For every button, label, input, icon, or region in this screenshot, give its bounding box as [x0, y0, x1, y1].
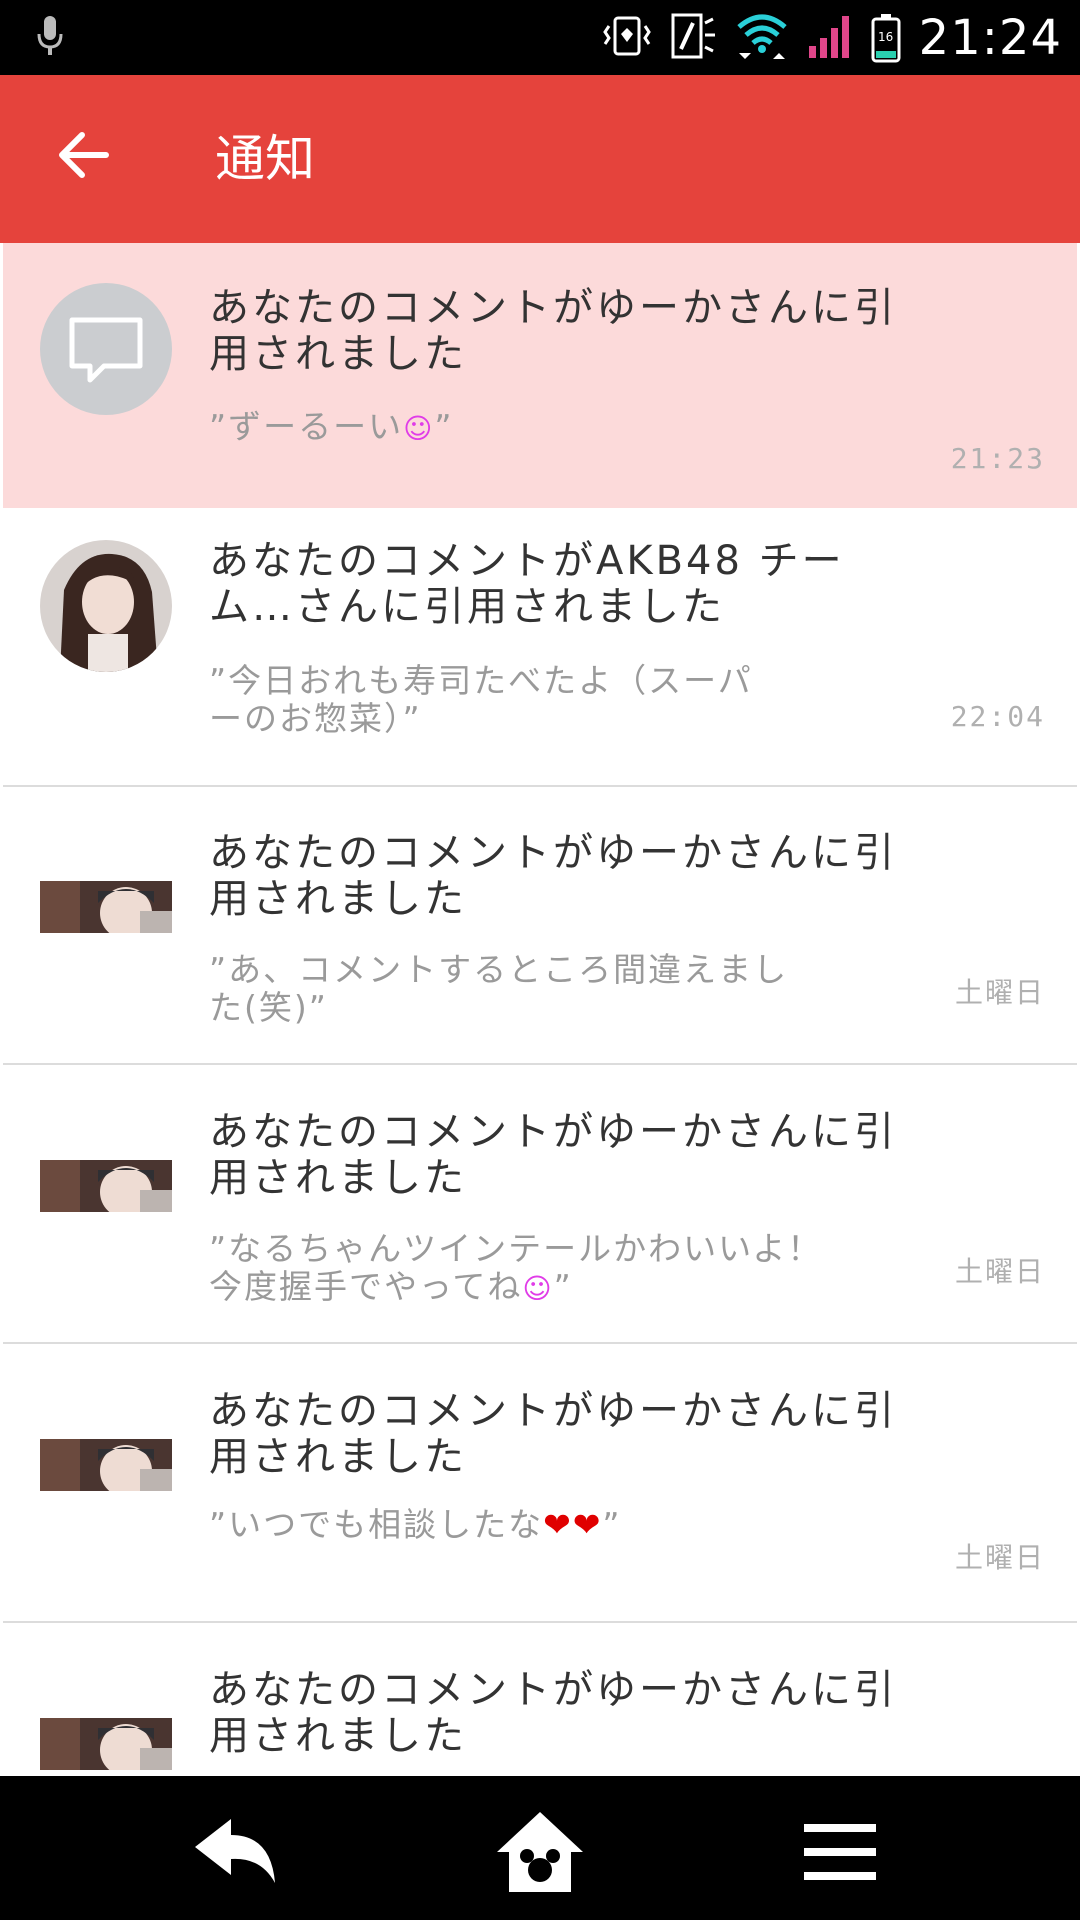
battery-icon: 16	[871, 13, 901, 63]
quote-text: ”なるちゃんツインテールかわいいよ！今度握手でやってね	[209, 1229, 823, 1306]
heart-emoji-icon: ❤❤	[543, 1505, 603, 1544]
smile-emoji-icon: ☺	[522, 1272, 554, 1305]
battery-level: 16	[878, 30, 894, 44]
back-arrow-button[interactable]	[58, 129, 118, 189]
notification-title: あなたのコメントがゆーかさんに引用されました	[209, 1109, 897, 1201]
notification-time: 22:04	[950, 700, 1045, 733]
nfc-icon	[669, 11, 717, 65]
notification-quote: ”今日おれも寿司たべたよ（スーパーのお惣菜）”	[209, 661, 753, 738]
notification-title: あなたのコメントがゆーかさんに引用されました	[209, 285, 897, 377]
notification-title: あなたのコメントがゆーかさんに引用されました	[209, 1667, 897, 1759]
notification-quote: ”あ、コメントするところ間違えました(笑)”	[209, 950, 789, 1027]
list-item[interactable]: あなたのコメントがゆーかさんに引用されました ”なるちゃんツインテールかわいいよ…	[3, 1067, 1077, 1344]
signal-icon	[807, 12, 853, 64]
comment-icon	[69, 317, 143, 383]
status-bar: 16 21:24	[0, 0, 1080, 75]
notification-time: 21:23	[950, 442, 1045, 475]
user-photo-icon	[40, 1439, 172, 1491]
mic-icon	[36, 14, 64, 62]
avatar	[40, 1439, 172, 1491]
avatar	[40, 1718, 172, 1770]
notification-title: あなたのコメントがゆーかさんに引用されました	[209, 830, 897, 922]
notification-time: 土曜日	[954, 1255, 1045, 1288]
arrow-left-icon	[59, 132, 109, 178]
back-arrow-icon	[195, 1819, 275, 1883]
list-item[interactable]: あなたのコメントがAKB48 チーム…さんに引用されました ”今日おれも寿司たべ…	[3, 510, 1077, 787]
menu-icon	[804, 1824, 876, 1880]
avatar	[40, 881, 172, 933]
app-bar: 通知	[0, 75, 1080, 243]
notification-title: あなたのコメントがAKB48 チーム…さんに引用されました	[209, 538, 845, 630]
quote-text: ”いつでも相談したな	[209, 1505, 544, 1544]
notification-time: 土曜日	[954, 1541, 1045, 1574]
list-item[interactable]: あなたのコメントがゆーかさんに引用されました	[3, 1625, 1077, 1776]
back-button[interactable]	[190, 1812, 280, 1892]
notification-quote: ”いつでも相談したな❤❤”	[209, 1506, 929, 1544]
notification-title: あなたのコメントがゆーかさんに引用されました	[209, 1388, 897, 1480]
list-item[interactable]: あなたのコメントがゆーかさんに引用されました ”いつでも相談したな❤❤” 土曜日	[3, 1346, 1077, 1623]
user-photo-icon	[40, 540, 172, 672]
bottom-nav	[0, 1776, 1080, 1920]
page-title: 通知	[215, 130, 315, 188]
avatar	[40, 1160, 172, 1212]
quote-end: ”	[553, 1267, 573, 1306]
quote-end: ”	[434, 407, 454, 446]
home-icon	[497, 1812, 583, 1892]
list-item[interactable]: あなたのコメントがゆーかさんに引用されました ”ずーるーい☺” 21:23	[3, 243, 1077, 508]
smile-emoji-icon: ☺	[403, 412, 435, 445]
quote-end: ”	[602, 1505, 622, 1544]
wifi-icon	[735, 11, 789, 65]
status-clock: 21:24	[918, 10, 1062, 66]
home-button[interactable]	[495, 1812, 585, 1892]
notification-time: 土曜日	[954, 976, 1045, 1009]
list-item[interactable]: あなたのコメントがゆーかさんに引用されました ”あ、コメントするところ間違えまし…	[3, 788, 1077, 1065]
menu-button[interactable]	[795, 1812, 885, 1892]
user-photo-icon	[40, 1718, 172, 1770]
vibrate-icon	[602, 12, 651, 64]
notification-quote: ”なるちゃんツインテールかわいいよ！今度握手でやってね☺”	[209, 1230, 849, 1308]
notification-quote: ”ずーるーい☺”	[209, 408, 929, 448]
avatar	[40, 540, 172, 672]
avatar	[40, 283, 172, 415]
user-photo-icon	[40, 1160, 172, 1212]
user-photo-icon	[40, 881, 172, 933]
notification-list[interactable]: あなたのコメントがゆーかさんに引用されました ”ずーるーい☺” 21:23 あな…	[0, 243, 1080, 1776]
quote-text: ”ずーるーい	[209, 407, 404, 446]
